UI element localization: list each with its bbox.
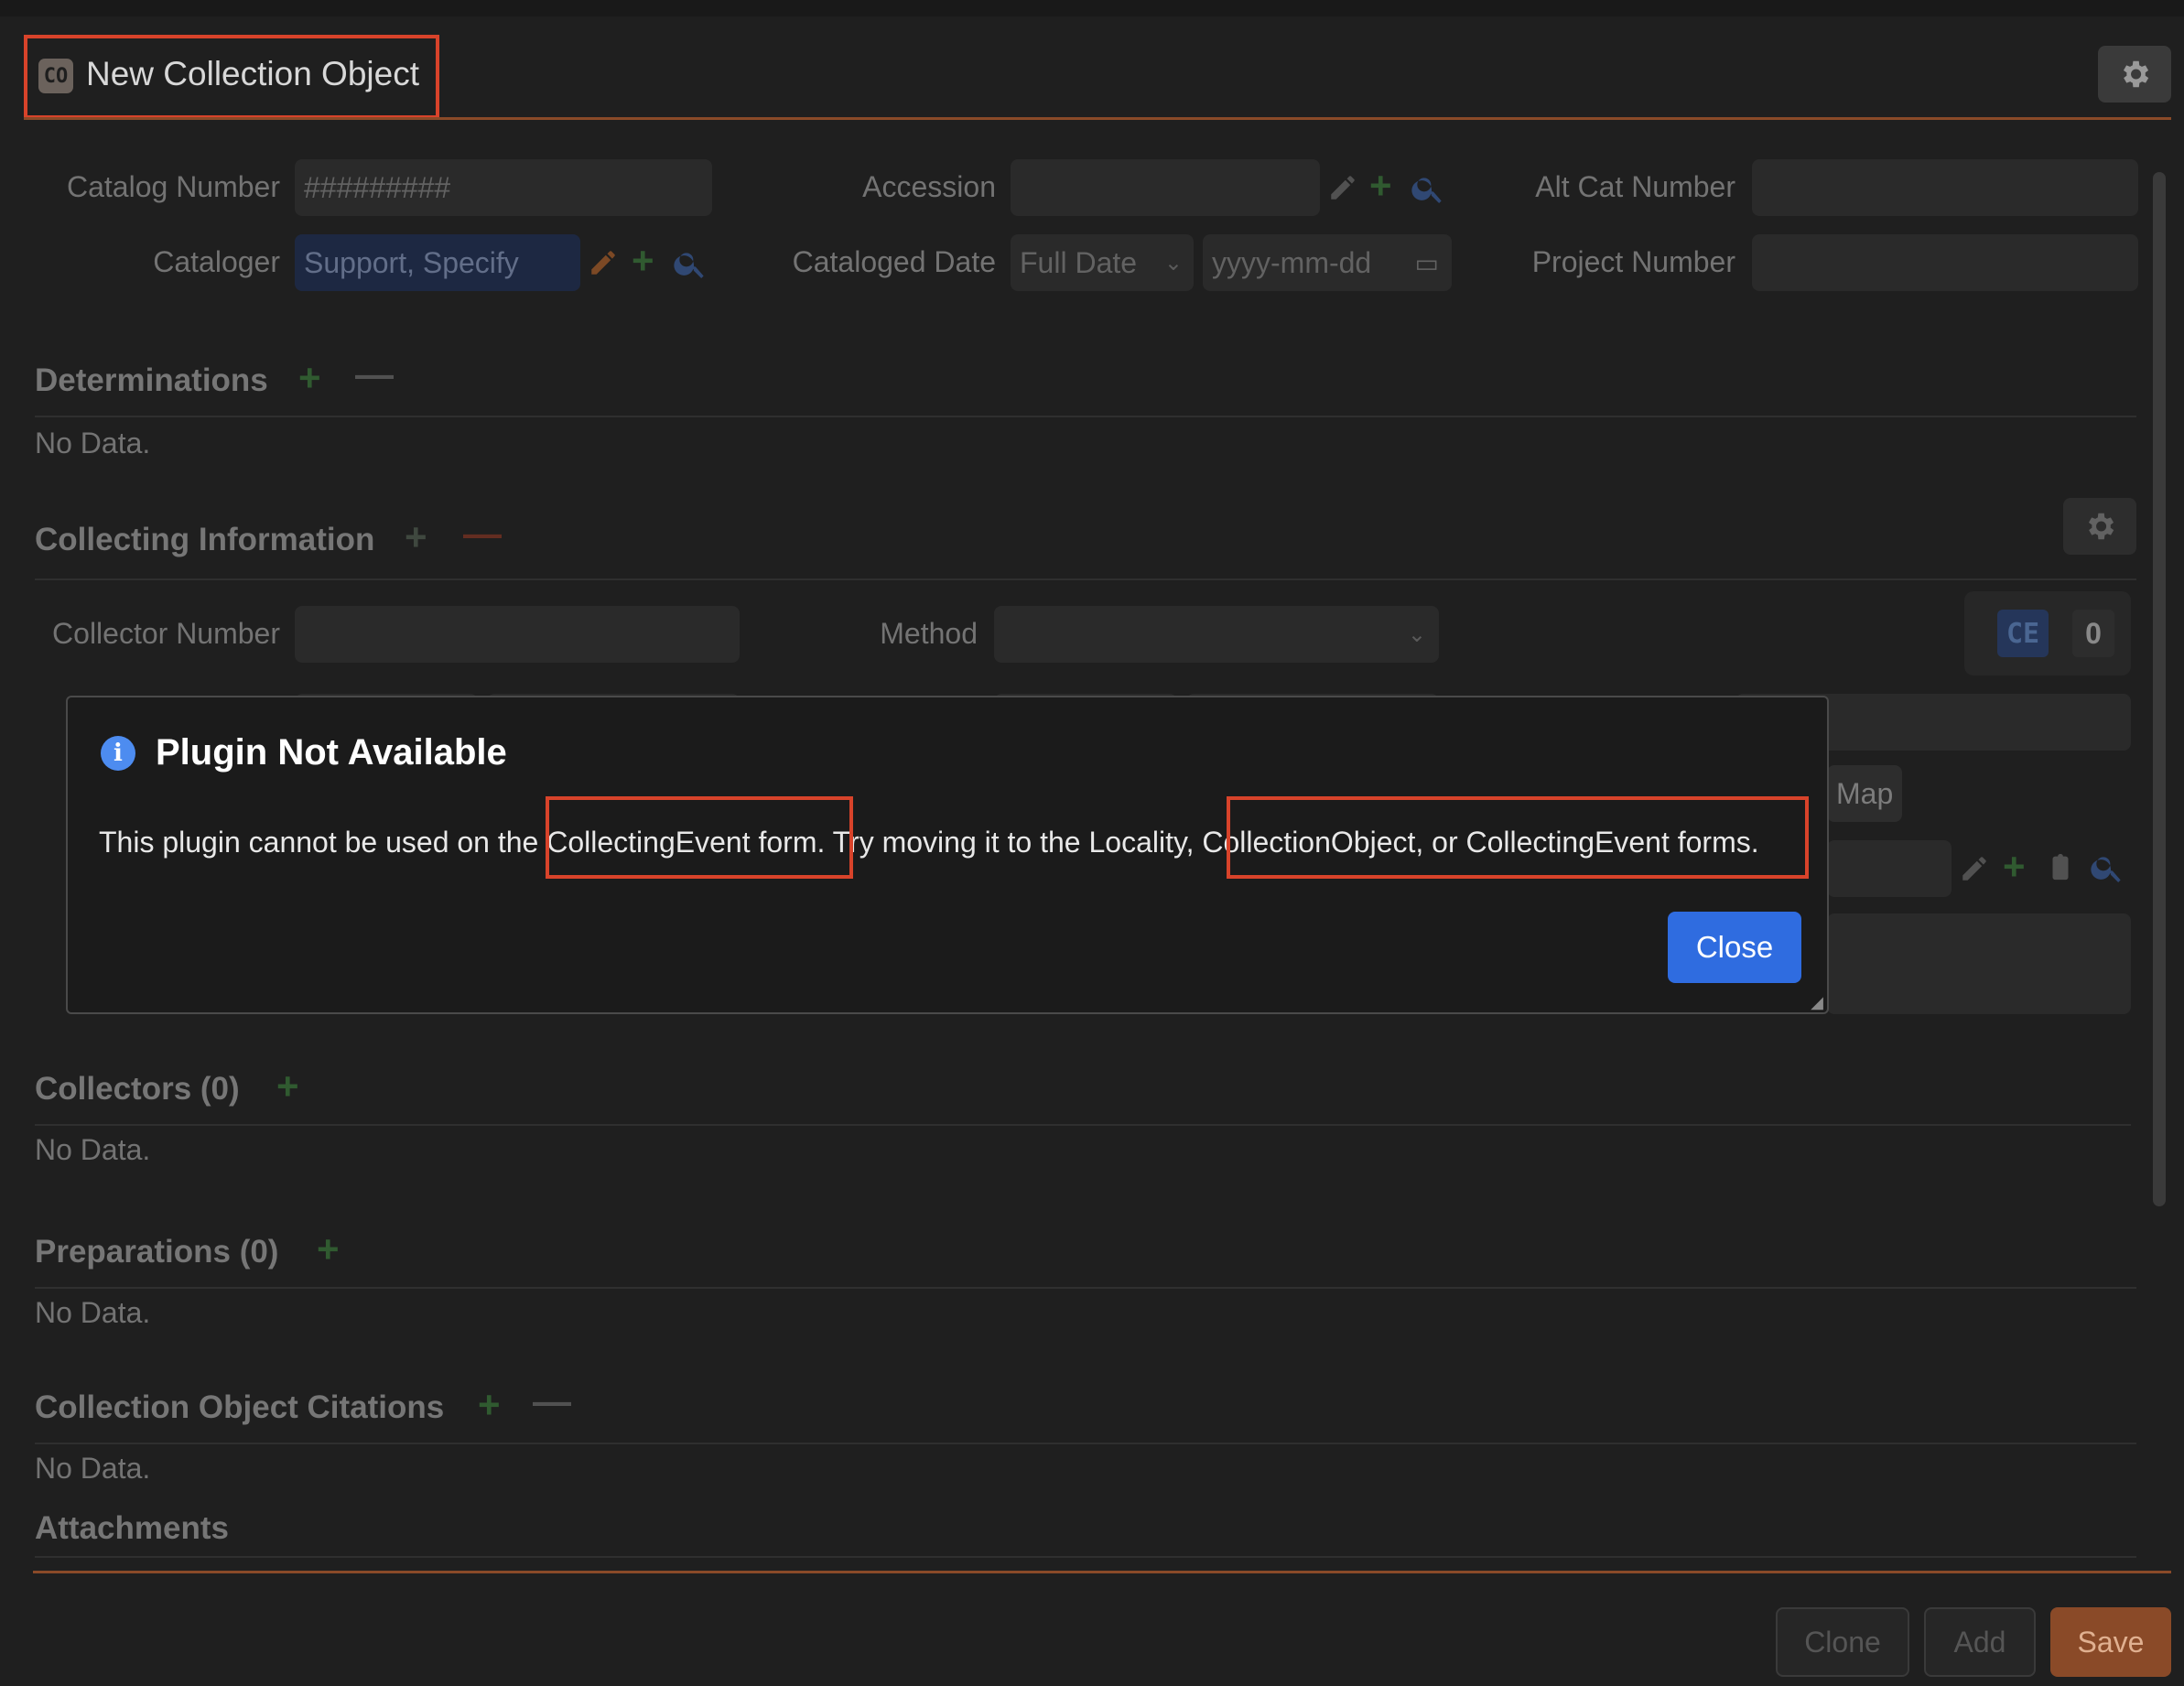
method-label: Method (880, 617, 978, 650)
attachments-heading: Attachments (35, 1510, 229, 1546)
highlight-box (546, 796, 853, 879)
section-divider (35, 1287, 2136, 1289)
form-header: CO New Collection Object (24, 35, 439, 119)
catalog-number-label: Catalog Number (67, 170, 280, 203)
remarks-textarea[interactable] (1827, 913, 2131, 1014)
accession-label: Accession (862, 170, 996, 203)
method-select[interactable]: ⌄ (994, 606, 1439, 663)
add-citation-icon[interactable]: + (478, 1386, 501, 1424)
project-number-label: Project Number (1531, 245, 1735, 278)
info-icon: i (101, 736, 135, 771)
catalog-number-input[interactable]: ######### (295, 159, 712, 216)
add-preparation-icon[interactable]: + (317, 1230, 340, 1269)
alt-cat-number-label: Alt Cat Number (1535, 170, 1735, 203)
alt-cat-number-input[interactable] (1752, 159, 2138, 216)
map-button[interactable]: Map (1827, 765, 1902, 822)
gear-icon (2123, 60, 2149, 88)
edit-icon[interactable] (1327, 172, 1358, 203)
clone-button[interactable]: Clone (1776, 1607, 1909, 1677)
header-divider (24, 117, 2171, 120)
search-icon[interactable] (672, 245, 708, 282)
determinations-no-data: No Data. (35, 427, 151, 459)
section-divider (35, 1124, 2131, 1126)
footer-divider (33, 1571, 2171, 1573)
calendar-icon[interactable]: ▭ (1415, 248, 1439, 278)
collecting-event-count-value: 0 (2072, 610, 2114, 657)
scrollbar[interactable] (2153, 172, 2166, 1206)
collection-object-icon: CO (38, 59, 73, 93)
collecting-event-count[interactable]: CE 0 (1964, 591, 2131, 675)
locality-input[interactable] (1827, 840, 1952, 897)
top-bar (0, 0, 2184, 16)
collecting-info-settings-button[interactable] (2063, 498, 2136, 555)
form-settings-button[interactable] (2098, 46, 2171, 103)
date-precision-value: Full Date (1020, 245, 1138, 279)
save-button[interactable]: Save (2050, 1607, 2171, 1677)
cataloger-label: Cataloger (153, 245, 280, 278)
resize-handle-icon[interactable]: ◢ (1811, 994, 1823, 1011)
section-divider (35, 1556, 2136, 1558)
cataloged-date-label: Cataloged Date (792, 245, 996, 278)
cataloger-input[interactable]: Support, Specify (295, 234, 580, 291)
page-title: New Collection Object (86, 55, 419, 92)
add-determination-icon[interactable]: + (298, 359, 321, 397)
collectors-no-data: No Data. (35, 1133, 151, 1166)
section-divider (35, 578, 2136, 580)
add-collector-icon[interactable]: + (276, 1067, 299, 1106)
remove-collecting-event-icon[interactable]: — (463, 514, 502, 553)
collectors-heading: Collectors (0) (35, 1071, 240, 1107)
add-locality-icon[interactable]: + (2003, 848, 2026, 886)
search-icon[interactable] (2089, 849, 2125, 886)
clipboard-icon[interactable] (2045, 849, 2076, 884)
add-button[interactable]: Add (1924, 1607, 2036, 1677)
dialog-title: Plugin Not Available (156, 732, 507, 773)
date-precision-select[interactable]: Full Date ⌄ (1011, 234, 1194, 291)
edit-icon[interactable] (588, 247, 619, 278)
cataloged-date-input[interactable]: yyyy-mm-dd ▭ (1203, 234, 1452, 291)
remove-citation-icon[interactable]: — (533, 1382, 571, 1421)
close-button[interactable]: Close (1668, 912, 1801, 983)
edit-icon[interactable] (1959, 853, 1990, 884)
collector-number-input[interactable] (295, 606, 740, 663)
section-divider (35, 416, 2136, 417)
preparations-no-data: No Data. (35, 1296, 151, 1329)
determinations-heading: Determinations (35, 362, 268, 398)
search-icon[interactable] (1410, 170, 1446, 207)
accession-input[interactable] (1011, 159, 1320, 216)
chevron-down-icon: ⌄ (1407, 621, 1426, 647)
citations-heading: Collection Object Citations (35, 1389, 445, 1425)
remove-determination-icon[interactable]: — (355, 355, 394, 394)
date-placeholder: yyyy-mm-dd (1212, 245, 1372, 279)
add-cataloger-icon[interactable]: + (632, 242, 654, 280)
collector-number-label: Collector Number (52, 617, 280, 650)
add-accession-icon[interactable]: + (1369, 167, 1392, 205)
project-number-input[interactable] (1752, 234, 2138, 291)
preparations-heading: Preparations (0) (35, 1234, 279, 1270)
highlight-box (1227, 796, 1809, 879)
collecting-event-icon: CE (1997, 610, 2049, 657)
section-divider (35, 1443, 2136, 1444)
chevron-down-icon: ⌄ (1163, 250, 1183, 276)
gear-icon (2088, 513, 2114, 540)
plugin-not-available-dialog: i Plugin Not Available This plugin canno… (66, 696, 1829, 1014)
collecting-information-heading: Collecting Information (35, 522, 375, 557)
citations-no-data: No Data. (35, 1452, 151, 1485)
add-collecting-event-icon[interactable]: + (405, 518, 427, 557)
